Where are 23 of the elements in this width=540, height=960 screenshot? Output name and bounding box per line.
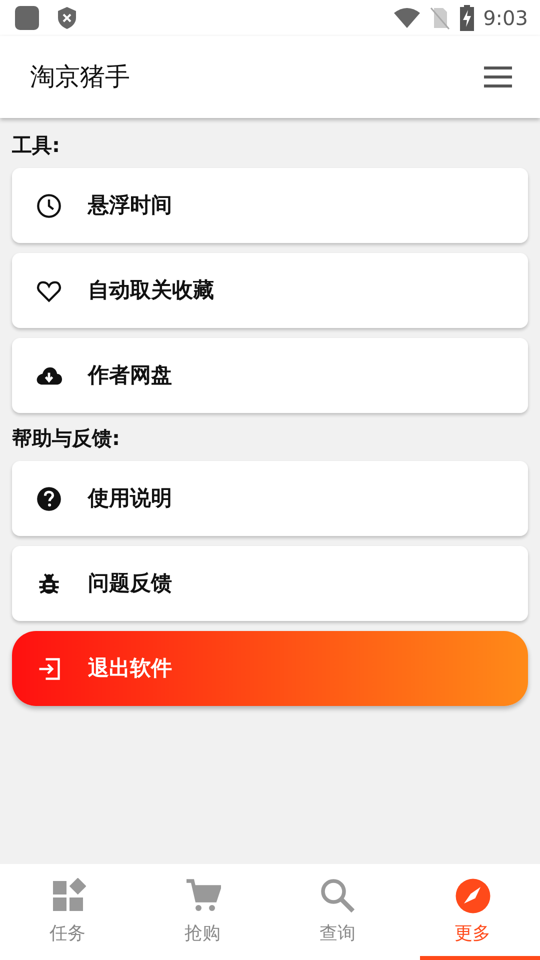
- clock-icon: [36, 192, 62, 218]
- app-title: 淘京猪手: [30, 61, 130, 94]
- clock-time: 9:03: [483, 5, 528, 32]
- cart-icon: [184, 878, 220, 914]
- compass-icon: [454, 878, 490, 914]
- wifi-icon: [393, 7, 422, 29]
- section-heading: 帮助与反馈:: [12, 425, 121, 452]
- nav-tab[interactable]: 任务: [0, 864, 135, 960]
- exit-button[interactable]: 退出软件: [12, 631, 528, 706]
- app-notification-icon: [14, 5, 40, 31]
- menu-item[interactable]: 问题反馈: [12, 546, 528, 621]
- menu-item[interactable]: 悬浮时间: [12, 168, 528, 243]
- battery-charging-icon: [459, 5, 476, 31]
- shield-icon: [56, 6, 78, 30]
- menu-item[interactable]: 作者网盘: [12, 338, 528, 413]
- nav-tab[interactable]: 查询: [270, 864, 405, 960]
- help-icon: [36, 486, 62, 512]
- section-heading: 工具:: [12, 132, 61, 159]
- search-icon: [320, 878, 356, 914]
- menu-item[interactable]: 使用说明: [12, 461, 528, 536]
- menu-item[interactable]: 自动取关收藏: [12, 253, 528, 328]
- no-sim-icon: [429, 6, 452, 30]
- nav-tab[interactable]: 抢购: [135, 864, 270, 960]
